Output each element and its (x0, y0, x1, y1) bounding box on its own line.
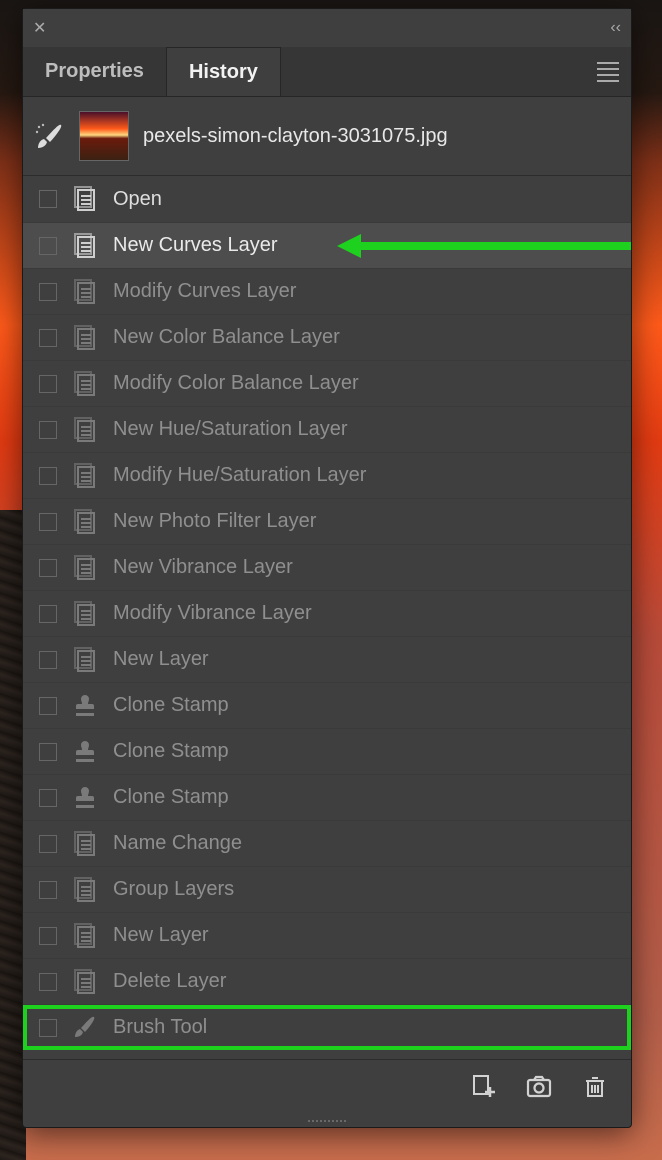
file-name: pexels-simon-clayton-3031075.jpg (143, 125, 448, 148)
history-item-checkbox[interactable] (39, 835, 57, 853)
document-icon (71, 922, 99, 950)
history-item-label: Modify Hue/Saturation Layer (113, 464, 621, 487)
history-item[interactable]: Clone Stamp (23, 728, 631, 774)
history-item[interactable]: New Curves Layer (23, 222, 631, 268)
history-list: Open New Curves Layer Modify Curves Layer N… (23, 176, 631, 1059)
document-icon (71, 462, 99, 490)
stamp-icon (71, 692, 99, 720)
resize-grip[interactable] (23, 1115, 631, 1127)
history-item-checkbox[interactable] (39, 605, 57, 623)
document-icon (71, 370, 99, 398)
history-item[interactable]: Modify Hue/Saturation Layer (23, 452, 631, 498)
history-item-checkbox[interactable] (39, 881, 57, 899)
history-item-checkbox[interactable] (39, 559, 57, 577)
history-item-checkbox[interactable] (39, 927, 57, 945)
history-item[interactable]: New Vibrance Layer (23, 544, 631, 590)
document-icon (71, 646, 99, 674)
history-item[interactable]: Modify Vibrance Layer (23, 590, 631, 636)
history-item-checkbox[interactable] (39, 743, 57, 761)
history-source-row[interactable]: pexels-simon-clayton-3031075.jpg (23, 97, 631, 176)
history-footer (23, 1059, 631, 1115)
history-item-label: Modify Vibrance Layer (113, 602, 621, 625)
document-icon (71, 508, 99, 536)
history-item[interactable]: Clone Stamp (23, 774, 631, 820)
tab-history[interactable]: History (166, 47, 281, 96)
history-item-checkbox[interactable] (39, 973, 57, 991)
history-item-checkbox[interactable] (39, 467, 57, 485)
history-item[interactable]: Modify Color Balance Layer (23, 360, 631, 406)
document-icon (71, 876, 99, 904)
stamp-icon (71, 784, 99, 812)
close-icon[interactable]: ✕ (33, 18, 46, 38)
brush-icon (71, 1014, 99, 1042)
tab-properties[interactable]: Properties (23, 47, 166, 96)
history-item-label: New Layer (113, 924, 621, 947)
history-item[interactable]: Open (23, 176, 631, 222)
annotation-arrow (337, 234, 631, 258)
history-item-checkbox[interactable] (39, 421, 57, 439)
history-item[interactable]: New Layer (23, 636, 631, 682)
camera-button[interactable] (525, 1072, 553, 1100)
delete-button[interactable] (581, 1072, 609, 1100)
document-icon (71, 416, 99, 444)
document-icon (71, 968, 99, 996)
history-item-checkbox[interactable] (39, 651, 57, 669)
collapse-icon[interactable]: ‹‹ (610, 19, 621, 37)
history-item-label: Delete Layer (113, 970, 621, 993)
panel-menu-icon[interactable] (597, 58, 619, 86)
document-icon (71, 324, 99, 352)
history-item-label: Brush Tool (113, 1016, 621, 1039)
document-icon (71, 554, 99, 582)
history-item[interactable]: Name Change (23, 820, 631, 866)
history-item-label: Clone Stamp (113, 694, 621, 717)
history-item-label: New Color Balance Layer (113, 326, 621, 349)
history-item-label: Clone Stamp (113, 740, 621, 763)
history-item-checkbox[interactable] (39, 375, 57, 393)
history-item-checkbox[interactable] (39, 697, 57, 715)
panel-tabs: Properties History (23, 47, 631, 97)
panel-titlebar: ✕ ‹‹ (23, 9, 631, 47)
history-item-label: Group Layers (113, 878, 621, 901)
document-icon (71, 600, 99, 628)
history-item-checkbox[interactable] (39, 329, 57, 347)
history-item[interactable]: Modify Curves Layer (23, 268, 631, 314)
history-panel: ✕ ‹‹ Properties History pexels-simon-cla… (22, 8, 632, 1128)
history-item[interactable]: New Hue/Saturation Layer (23, 406, 631, 452)
history-item-label: Modify Curves Layer (113, 280, 621, 303)
history-item-checkbox[interactable] (39, 237, 57, 255)
history-item[interactable]: New Color Balance Layer (23, 314, 631, 360)
document-icon (71, 185, 99, 213)
history-item-label: Clone Stamp (113, 786, 621, 809)
document-icon (71, 278, 99, 306)
stamp-icon (71, 738, 99, 766)
history-item-label: New Vibrance Layer (113, 556, 621, 579)
history-item-label: Name Change (113, 832, 621, 855)
history-item[interactable]: New Layer (23, 912, 631, 958)
history-item-label: New Layer (113, 648, 621, 671)
file-thumbnail (79, 111, 129, 161)
history-item[interactable]: Clone Stamp (23, 682, 631, 728)
document-icon (71, 830, 99, 858)
history-item-label: New Photo Filter Layer (113, 510, 621, 533)
history-item[interactable]: Group Layers (23, 866, 631, 912)
history-item[interactable]: Delete Layer (23, 958, 631, 1004)
history-item-checkbox[interactable] (39, 1019, 57, 1037)
history-item-checkbox[interactable] (39, 190, 57, 208)
history-item-label: Modify Color Balance Layer (113, 372, 621, 395)
history-item-label: New Hue/Saturation Layer (113, 418, 621, 441)
history-item[interactable]: Brush Tool (23, 1004, 631, 1050)
history-brush-icon (35, 123, 65, 149)
history-item-checkbox[interactable] (39, 283, 57, 301)
history-item[interactable]: New Photo Filter Layer (23, 498, 631, 544)
document-icon (71, 232, 99, 260)
new-snapshot-button[interactable] (469, 1072, 497, 1100)
history-item-checkbox[interactable] (39, 513, 57, 531)
history-item-checkbox[interactable] (39, 789, 57, 807)
history-item-label: Open (113, 188, 621, 211)
